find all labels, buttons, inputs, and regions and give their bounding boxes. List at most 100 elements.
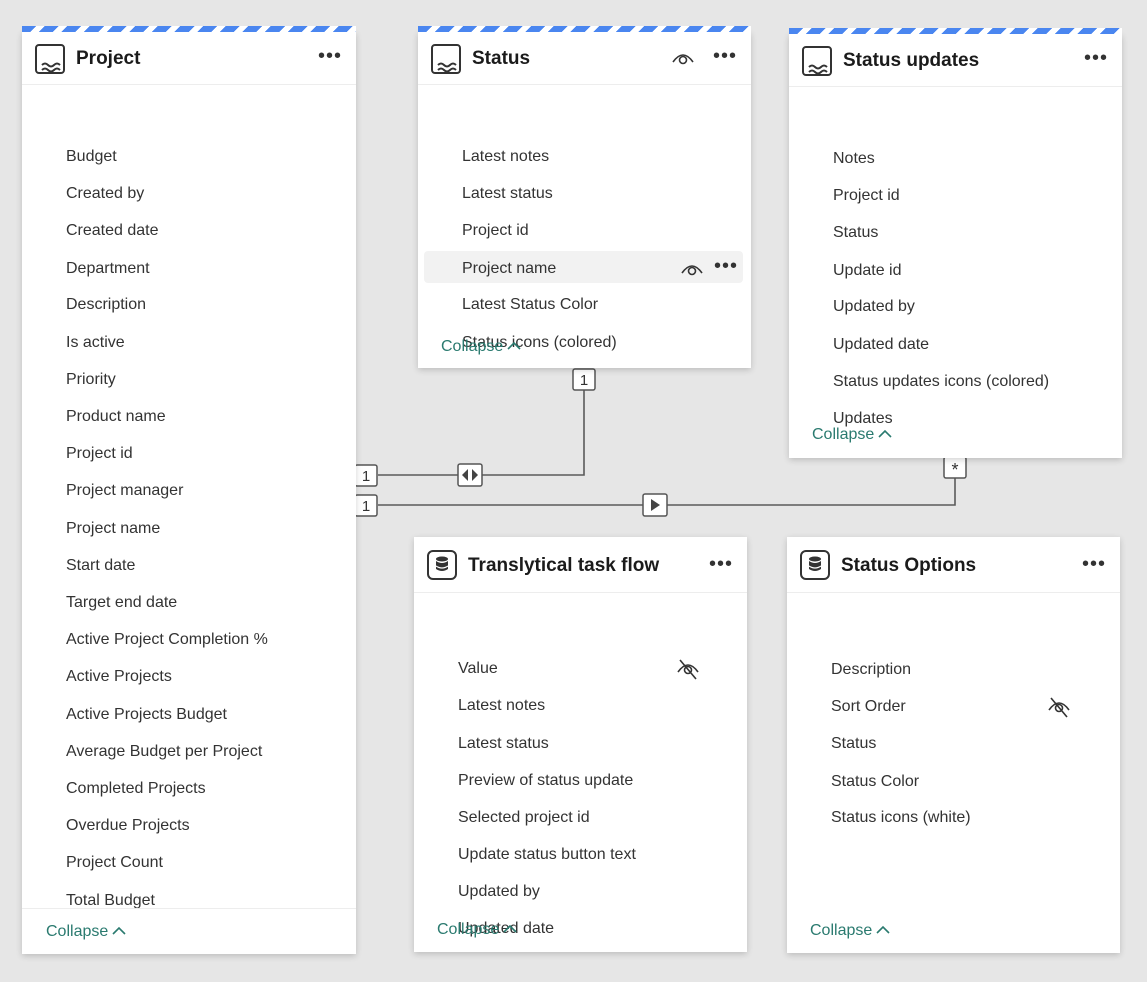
field-item[interactable]: Status bbox=[831, 734, 876, 754]
table-header[interactable]: Translytical task flow ••• bbox=[414, 537, 747, 593]
field-item[interactable]: Status Color bbox=[831, 772, 919, 792]
collapse-button[interactable]: Collapse bbox=[437, 921, 517, 939]
chevron-up-icon bbox=[878, 428, 892, 438]
field-item[interactable]: Budget bbox=[66, 147, 117, 167]
eye-icon[interactable] bbox=[671, 50, 695, 66]
table-title: Status updates bbox=[843, 50, 979, 72]
field-item[interactable]: Project manager bbox=[66, 481, 183, 501]
field-item[interactable]: Project name bbox=[462, 259, 556, 279]
field-item[interactable]: Start date bbox=[66, 556, 135, 576]
table-header[interactable]: Status ••• bbox=[418, 32, 751, 85]
field-item[interactable]: Value bbox=[458, 659, 498, 679]
table-title: Project bbox=[76, 48, 140, 70]
field-item[interactable]: Updated date bbox=[833, 335, 929, 355]
cardinality-label: 1 bbox=[580, 372, 588, 389]
cardinality-label: 1 bbox=[362, 498, 370, 515]
chevron-up-icon bbox=[112, 925, 126, 935]
table-card-status-updates[interactable]: Status updates ••• Notes Project id Stat… bbox=[789, 34, 1122, 458]
cardinality-status: 1 bbox=[573, 369, 595, 390]
lakehouse-table-icon bbox=[34, 43, 66, 75]
field-item[interactable]: Latest status bbox=[458, 734, 549, 754]
eye-hidden-icon[interactable] bbox=[1047, 695, 1071, 719]
table-card-status[interactable]: Status ••• Latest notes Latest status Pr… bbox=[418, 32, 751, 368]
relationship-line-project-status[interactable] bbox=[378, 389, 584, 475]
field-item[interactable]: Active Projects Budget bbox=[66, 705, 227, 725]
lakehouse-table-icon bbox=[801, 45, 833, 77]
cardinality-project-status: 1 bbox=[355, 465, 377, 486]
chevron-up-icon bbox=[503, 923, 517, 933]
table-title: Status bbox=[472, 48, 530, 70]
single-filter-icon[interactable] bbox=[643, 494, 667, 516]
field-item[interactable]: Active Projects bbox=[66, 667, 172, 687]
collapse-label: Collapse bbox=[812, 426, 874, 443]
field-item[interactable]: Completed Projects bbox=[66, 779, 206, 799]
field-item[interactable]: Active Project Completion % bbox=[66, 630, 268, 650]
field-item[interactable]: Update status button text bbox=[458, 845, 636, 865]
field-item[interactable]: Department bbox=[66, 259, 150, 279]
table-title: Translytical task flow bbox=[468, 555, 659, 577]
eye-hidden-icon[interactable] bbox=[676, 657, 700, 681]
collapse-label: Collapse bbox=[437, 921, 499, 938]
field-item[interactable]: Latest Status Color bbox=[462, 295, 598, 315]
field-item[interactable]: Project id bbox=[833, 186, 900, 206]
field-item[interactable]: Selected project id bbox=[458, 808, 590, 828]
cardinality-label: 1 bbox=[362, 468, 370, 485]
field-item[interactable]: Notes bbox=[833, 149, 875, 169]
field-item[interactable]: Project Count bbox=[66, 853, 163, 873]
database-icon bbox=[426, 549, 458, 581]
eye-icon[interactable] bbox=[680, 261, 704, 277]
more-options-icon[interactable]: ••• bbox=[318, 46, 342, 66]
chevron-up-icon bbox=[876, 924, 890, 934]
field-item[interactable]: Product name bbox=[66, 407, 166, 427]
field-item[interactable]: Target end date bbox=[66, 593, 177, 613]
table-header[interactable]: Status Options ••• bbox=[787, 537, 1120, 593]
collapse-button[interactable]: Collapse bbox=[810, 922, 890, 940]
field-item[interactable]: Overdue Projects bbox=[66, 816, 190, 836]
field-item[interactable]: Project name bbox=[66, 519, 160, 539]
more-options-icon[interactable]: ••• bbox=[714, 256, 738, 276]
field-item[interactable]: Project id bbox=[66, 444, 133, 464]
cardinality-label: * bbox=[951, 460, 958, 480]
table-card-status-options[interactable]: Status Options ••• Description Sort Orde… bbox=[787, 537, 1120, 953]
field-item[interactable]: Sort Order bbox=[831, 697, 906, 717]
more-options-icon[interactable]: ••• bbox=[1084, 48, 1108, 68]
collapse-label: Collapse bbox=[441, 338, 503, 355]
cardinality-status-updates: * bbox=[944, 457, 966, 480]
table-header[interactable]: Project ••• bbox=[22, 32, 356, 85]
field-item[interactable]: Priority bbox=[66, 370, 116, 390]
field-item[interactable]: Created by bbox=[66, 184, 144, 204]
lakehouse-table-icon bbox=[430, 43, 462, 75]
collapse-label: Collapse bbox=[810, 922, 872, 939]
database-icon bbox=[799, 549, 831, 581]
table-card-project[interactable]: Project ••• Budget Created by Created da… bbox=[22, 32, 356, 954]
chevron-up-icon bbox=[507, 340, 521, 350]
cardinality-project-updates: 1 bbox=[355, 495, 377, 516]
field-item[interactable]: Updated by bbox=[458, 882, 540, 902]
collapse-button[interactable]: Collapse bbox=[441, 338, 521, 356]
field-item[interactable]: Average Budget per Project bbox=[66, 742, 262, 762]
collapse-button[interactable]: Collapse bbox=[46, 923, 126, 941]
more-options-icon[interactable]: ••• bbox=[713, 46, 737, 66]
table-card-translytical-task-flow[interactable]: Translytical task flow ••• Value Latest … bbox=[414, 537, 747, 952]
field-item[interactable]: Update id bbox=[833, 261, 902, 281]
more-options-icon[interactable]: ••• bbox=[709, 554, 733, 574]
field-item[interactable]: Description bbox=[66, 295, 146, 315]
field-item[interactable]: Created date bbox=[66, 221, 159, 241]
field-item[interactable]: Latest status bbox=[462, 184, 553, 204]
bidirectional-filter-icon[interactable] bbox=[458, 464, 482, 486]
field-item[interactable]: Latest notes bbox=[458, 696, 545, 716]
field-item[interactable]: Latest notes bbox=[462, 147, 549, 167]
field-item[interactable]: Description bbox=[831, 660, 911, 680]
field-item[interactable]: Project id bbox=[462, 221, 529, 241]
field-item[interactable]: Status updates icons (colored) bbox=[833, 372, 1049, 392]
collapse-label: Collapse bbox=[46, 923, 108, 940]
more-options-icon[interactable]: ••• bbox=[1082, 554, 1106, 574]
field-item[interactable]: Updated by bbox=[833, 297, 915, 317]
field-item[interactable]: Status bbox=[833, 223, 878, 243]
collapse-button[interactable]: Collapse bbox=[812, 426, 892, 444]
field-item[interactable]: Status icons (white) bbox=[831, 808, 971, 828]
table-header[interactable]: Status updates ••• bbox=[789, 34, 1122, 87]
field-item[interactable]: Is active bbox=[66, 333, 125, 353]
field-item[interactable]: Preview of status update bbox=[458, 771, 633, 791]
table-title: Status Options bbox=[841, 555, 976, 577]
